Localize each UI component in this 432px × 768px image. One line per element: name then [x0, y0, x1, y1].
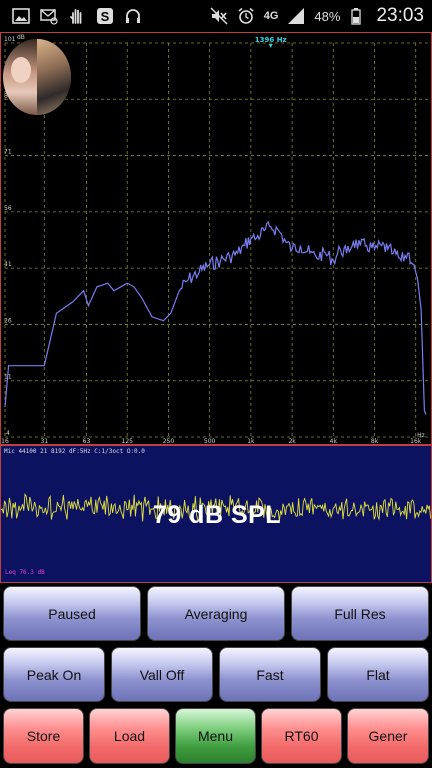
rt60-button[interactable]: RT60: [261, 708, 342, 764]
clock: 23:03: [376, 5, 424, 26]
x-tick-label: 2k: [288, 438, 296, 444]
system-status: 4G 48% 23:03: [210, 0, 424, 32]
status-bar: S 4G 48% 23:03: [0, 0, 432, 32]
mute-icon: [210, 7, 228, 25]
peak-frequency-label: 1396 Hz: [255, 36, 287, 44]
svg-text:S: S: [101, 9, 110, 24]
paused-button[interactable]: Paused: [3, 586, 141, 641]
capture-settings: Mic 44100 21 8192 dF:5Hz C:1/3oct O:0.0: [4, 448, 145, 455]
x-tick-label: 125: [122, 438, 134, 444]
x-tick-label: 8k: [371, 438, 379, 444]
gener-button[interactable]: Gener: [347, 708, 429, 764]
x-axis-unit: Hz: [417, 432, 425, 439]
headphones-icon: [124, 7, 142, 25]
peak-on-button[interactable]: Peak On: [3, 647, 105, 702]
store-button[interactable]: Store: [3, 708, 84, 764]
hand-icon: [68, 7, 86, 25]
s-badge-icon: S: [96, 7, 114, 25]
x-tick-label: 4k: [330, 438, 338, 444]
x-tick-label: 16: [1, 438, 9, 444]
notification-icons: S: [0, 7, 142, 25]
fast-button[interactable]: Fast: [219, 647, 321, 702]
gallery-icon: [12, 7, 30, 25]
network-type: 4G: [263, 10, 279, 22]
flat-button[interactable]: Flat: [327, 647, 429, 702]
averaging-button[interactable]: Averaging: [147, 586, 285, 641]
email-icon: [40, 7, 58, 25]
x-tick-label: 63: [83, 438, 91, 444]
signal-icon: [287, 7, 305, 25]
waveform-panel[interactable]: Mic 44100 21 8192 dF:5Hz C:1/3oct O:0.0 …: [0, 445, 432, 583]
full-res-button[interactable]: Full Res: [291, 586, 429, 641]
spectrum-analyzer[interactable]: 101867156412611-4dB1631631252505001k2k4k…: [0, 32, 432, 445]
x-tick-label: 1k: [247, 438, 255, 444]
load-button[interactable]: Load: [89, 708, 170, 764]
spl-readout: 79 dB SPL: [152, 501, 282, 529]
battery-percent: 48%: [314, 8, 341, 24]
peak-marker-icon: [268, 44, 273, 48]
vall-off-button[interactable]: Vall Off: [111, 647, 213, 702]
spectrum-trace: [4, 220, 427, 415]
user-avatar[interactable]: [3, 39, 71, 115]
menu-button[interactable]: Menu: [175, 708, 256, 764]
x-tick-label: 500: [204, 438, 216, 444]
x-tick-label: 31: [41, 438, 49, 444]
leq-readout: Leq 76.3 dB: [5, 569, 45, 576]
battery-icon: [349, 7, 367, 25]
x-tick-label: 250: [163, 438, 175, 444]
alarm-icon: [237, 7, 255, 25]
